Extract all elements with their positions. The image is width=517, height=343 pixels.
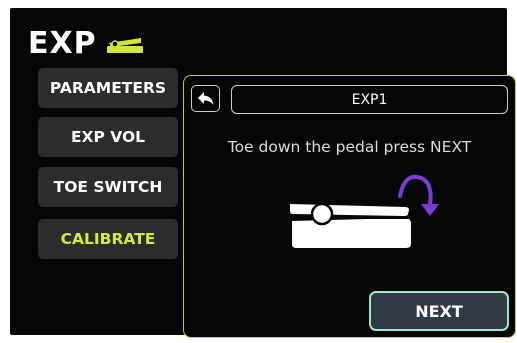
- sidebar-item-label: TOE SWITCH: [53, 178, 163, 196]
- page-header: EXP: [28, 26, 145, 62]
- calibrate-panel: EXP1 Toe down the pedal press NEXT NEXT: [183, 75, 516, 338]
- page-title: EXP: [28, 26, 97, 61]
- back-arrow-icon: [197, 91, 213, 105]
- pedal-toe-down-icon: [290, 174, 439, 248]
- panel-title: EXP1: [231, 85, 508, 114]
- next-button[interactable]: NEXT: [369, 291, 509, 331]
- sidebar-item-calibrate[interactable]: CALIBRATE: [38, 219, 178, 259]
- next-button-label: NEXT: [415, 301, 463, 321]
- back-button[interactable]: [191, 85, 220, 112]
- sidebar-item-label: CALIBRATE: [60, 230, 156, 248]
- device-screen: EXP PARAMETERS EXP VOL TOE SWITCH CALIBR…: [10, 8, 516, 338]
- sidebar-item-toe-switch[interactable]: TOE SWITCH: [38, 167, 178, 207]
- expression-pedal-icon: [106, 38, 143, 53]
- sidebar-item-label: PARAMETERS: [49, 79, 167, 97]
- panel-title-text: EXP1: [351, 91, 388, 108]
- sidebar-item-parameters[interactable]: PARAMETERS: [38, 68, 178, 108]
- sidebar-item-label: EXP VOL: [70, 128, 146, 146]
- instruction-text: Toe down the pedal press NEXT: [227, 138, 472, 156]
- sidebar-item-exp-vol[interactable]: EXP VOL: [38, 117, 178, 157]
